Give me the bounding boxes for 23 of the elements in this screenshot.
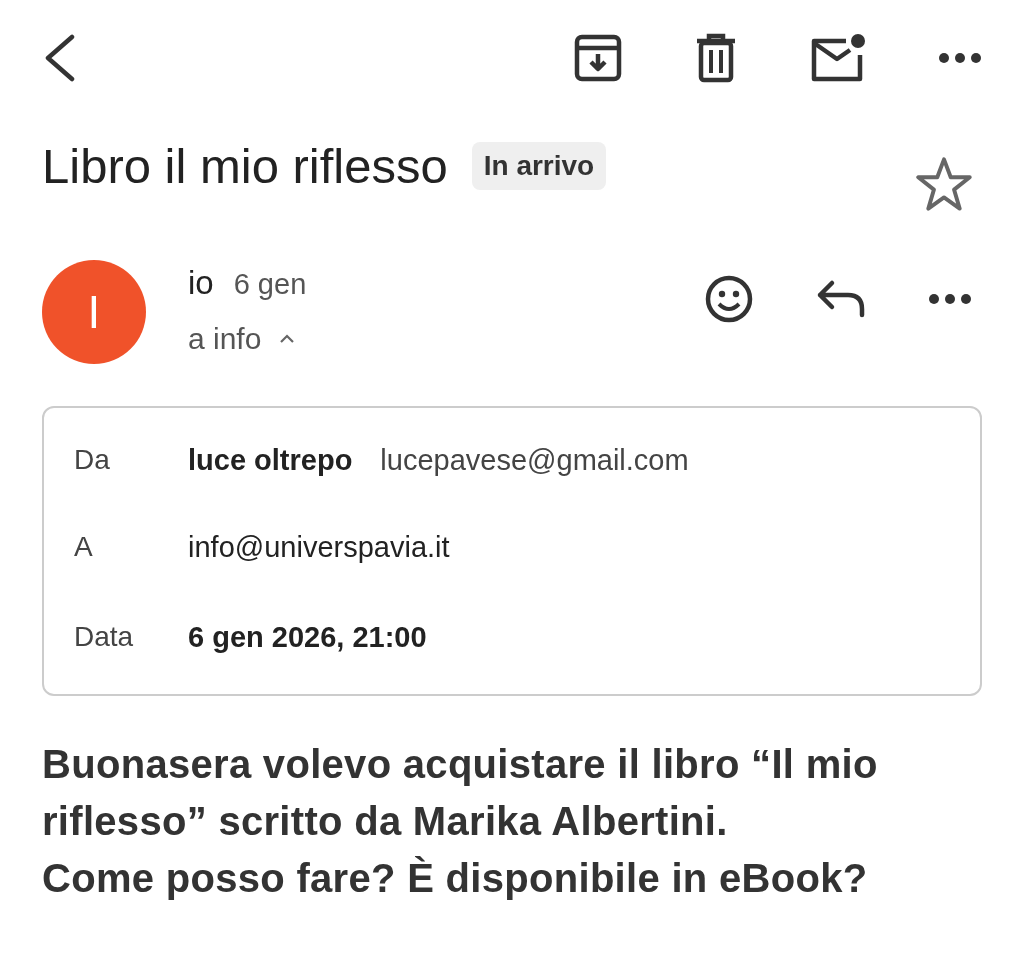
body-text: Buonasera volevo acquistare il libro “Il mio riflesso” scritto da Marika Albertini. bbox=[42, 741, 879, 845]
emoji-icon[interactable] bbox=[704, 274, 754, 324]
mail-unread-icon[interactable] bbox=[810, 33, 866, 83]
sender-name: luce oltrepo bbox=[188, 443, 353, 477]
field-label: Data bbox=[74, 621, 135, 653]
reply-icon[interactable] bbox=[816, 279, 866, 319]
trash-icon[interactable] bbox=[694, 33, 738, 83]
field-value: lucepavese@gmail.com bbox=[380, 443, 689, 477]
email-subject: Libro il mio riflesso bbox=[42, 138, 448, 194]
star-icon[interactable] bbox=[916, 156, 972, 212]
field-label: A bbox=[74, 531, 94, 563]
field-label: Da bbox=[74, 444, 111, 476]
archive-icon[interactable] bbox=[574, 34, 622, 82]
field-value: info@universpavia.it bbox=[188, 530, 450, 564]
inbox-label[interactable]: In arrivo bbox=[471, 142, 607, 190]
avatar: I bbox=[42, 260, 146, 364]
more-icon[interactable] bbox=[938, 52, 982, 64]
recipients-toggle[interactable]: a info bbox=[188, 322, 296, 356]
more-icon[interactable] bbox=[928, 293, 972, 305]
body-text: Come posso fare? È disponibile in eBook? bbox=[42, 855, 869, 902]
field-value: 6 gen 2026, 21:00 bbox=[188, 620, 427, 654]
message-date: 6 gen bbox=[233, 268, 307, 301]
sender-name: io bbox=[188, 264, 214, 302]
